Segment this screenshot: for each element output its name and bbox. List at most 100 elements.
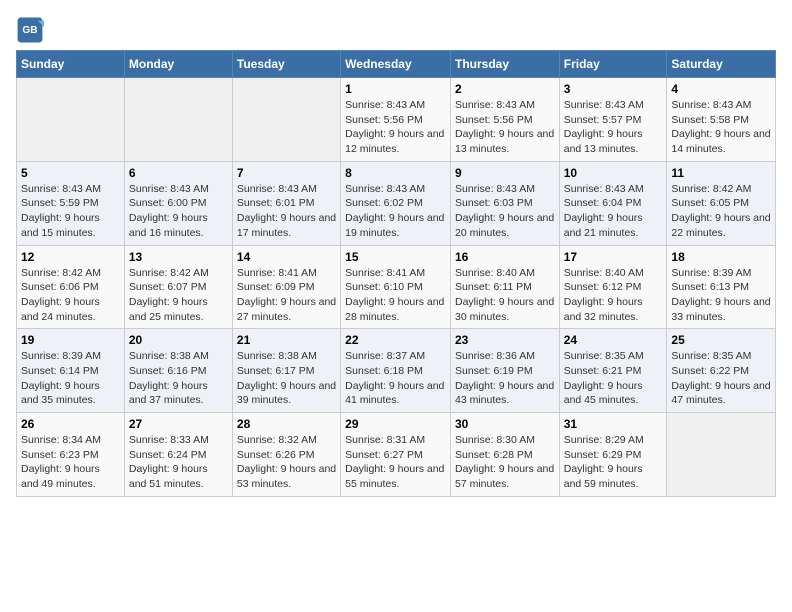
weekday-header: Thursday	[450, 51, 559, 78]
calendar-cell	[232, 78, 340, 162]
day-info: Sunrise: 8:31 AM Sunset: 6:27 PM Dayligh…	[345, 433, 446, 492]
calendar-cell: 28Sunrise: 8:32 AM Sunset: 6:26 PM Dayli…	[232, 413, 340, 497]
day-number: 22	[345, 333, 446, 347]
day-number: 1	[345, 82, 446, 96]
day-info: Sunrise: 8:42 AM Sunset: 6:06 PM Dayligh…	[21, 266, 120, 325]
day-number: 13	[129, 250, 228, 264]
day-number: 30	[455, 417, 555, 431]
calendar-cell: 14 Sunrise: 8:41 AM Sunset: 6:09 PM Dayli…	[232, 245, 340, 329]
day-number: 21	[237, 333, 336, 347]
day-info: Sunrise: 8:43 AM Sunset: 5:56 PM Dayligh…	[455, 98, 555, 157]
day-number: 15	[345, 250, 446, 264]
weekday-header: Monday	[124, 51, 232, 78]
day-info: Sunrise: 8:40 AM Sunset: 6:12 PM Dayligh…	[564, 266, 663, 325]
calendar-cell: 12 Sunrise: 8:42 AM Sunset: 6:06 PM Dayli…	[17, 245, 125, 329]
calendar-cell: 17 Sunrise: 8:40 AM Sunset: 6:12 PM Dayli…	[559, 245, 667, 329]
logo-icon: GB	[16, 16, 44, 44]
day-number: 18	[671, 250, 771, 264]
day-info: Sunrise: 8:42 AM Sunset: 6:05 PM Dayligh…	[671, 182, 771, 241]
calendar-cell: 7 Sunrise: 8:43 AM Sunset: 6:01 PM Daylig…	[232, 161, 340, 245]
day-info: Sunrise: 8:39 AM Sunset: 6:13 PM Dayligh…	[671, 266, 771, 325]
logo: GB	[16, 16, 48, 44]
svg-text:GB: GB	[22, 25, 37, 36]
calendar-cell: 11Sunrise: 8:42 AM Sunset: 6:05 PM Dayli…	[667, 161, 776, 245]
day-info: Sunrise: 8:38 AM Sunset: 6:16 PM Dayligh…	[129, 349, 228, 408]
day-number: 24	[564, 333, 663, 347]
day-info: Sunrise: 8:43 AM Sunset: 6:03 PM Dayligh…	[455, 182, 555, 241]
day-info: Sunrise: 8:43 AM Sunset: 5:59 PM Dayligh…	[21, 182, 120, 241]
calendar-cell: 30 Sunrise: 8:30 AM Sunset: 6:28 PM Dayli…	[450, 413, 559, 497]
calendar-cell: 10 Sunrise: 8:43 AM Sunset: 6:04 PM Dayli…	[559, 161, 667, 245]
weekday-header: Friday	[559, 51, 667, 78]
calendar-table: SundayMondayTuesdayWednesdayThursdayFrid…	[16, 50, 776, 497]
day-info: Sunrise: 8:43 AM Sunset: 6:01 PM Dayligh…	[237, 182, 336, 241]
day-number: 23	[455, 333, 555, 347]
calendar-cell: 24Sunrise: 8:35 AM Sunset: 6:21 PM Dayli…	[559, 329, 667, 413]
weekday-header: Sunday	[17, 51, 125, 78]
weekday-header: Tuesday	[232, 51, 340, 78]
calendar-cell: 18 Sunrise: 8:39 AM Sunset: 6:13 PM Dayli…	[667, 245, 776, 329]
calendar-cell: 2 Sunrise: 8:43 AM Sunset: 5:56 PM Daylig…	[450, 78, 559, 162]
day-info: Sunrise: 8:30 AM Sunset: 6:28 PM Dayligh…	[455, 433, 555, 492]
day-info: Sunrise: 8:43 AM Sunset: 6:00 PM Dayligh…	[129, 182, 228, 241]
day-info: Sunrise: 8:43 AM Sunset: 6:02 PM Dayligh…	[345, 182, 446, 241]
calendar-cell: 29Sunrise: 8:31 AM Sunset: 6:27 PM Dayli…	[341, 413, 451, 497]
day-info: Sunrise: 8:43 AM Sunset: 5:58 PM Dayligh…	[671, 98, 771, 157]
calendar-cell: 6Sunrise: 8:43 AM Sunset: 6:00 PM Daylig…	[124, 161, 232, 245]
calendar-cell: 19 Sunrise: 8:39 AM Sunset: 6:14 PM Dayli…	[17, 329, 125, 413]
calendar-cell: 16 Sunrise: 8:40 AM Sunset: 6:11 PM Dayli…	[450, 245, 559, 329]
day-number: 2	[455, 82, 555, 96]
weekday-header: Saturday	[667, 51, 776, 78]
day-number: 17	[564, 250, 663, 264]
day-info: Sunrise: 8:36 AM Sunset: 6:19 PM Dayligh…	[455, 349, 555, 408]
day-info: Sunrise: 8:38 AM Sunset: 6:17 PM Dayligh…	[237, 349, 336, 408]
day-number: 3	[564, 82, 663, 96]
calendar-week-row: 5 Sunrise: 8:43 AM Sunset: 5:59 PM Daylig…	[17, 161, 776, 245]
day-number: 27	[129, 417, 228, 431]
weekday-header: Wednesday	[341, 51, 451, 78]
day-info: Sunrise: 8:33 AM Sunset: 6:24 PM Dayligh…	[129, 433, 228, 492]
day-info: Sunrise: 8:41 AM Sunset: 6:10 PM Dayligh…	[345, 266, 446, 325]
calendar-cell	[124, 78, 232, 162]
calendar-cell: 15 Sunrise: 8:41 AM Sunset: 6:10 PM Dayli…	[341, 245, 451, 329]
day-number: 9	[455, 166, 555, 180]
calendar-cell: 1Sunrise: 8:43 AM Sunset: 5:56 PM Daylig…	[341, 78, 451, 162]
calendar-cell: 23 Sunrise: 8:36 AM Sunset: 6:19 PM Dayli…	[450, 329, 559, 413]
day-number: 26	[21, 417, 120, 431]
day-info: Sunrise: 8:35 AM Sunset: 6:22 PM Dayligh…	[671, 349, 771, 408]
day-info: Sunrise: 8:29 AM Sunset: 6:29 PM Dayligh…	[564, 433, 663, 492]
day-number: 12	[21, 250, 120, 264]
calendar-cell: 31 Sunrise: 8:29 AM Sunset: 6:29 PM Dayli…	[559, 413, 667, 497]
day-number: 31	[564, 417, 663, 431]
day-number: 7	[237, 166, 336, 180]
calendar-cell: 26 Sunrise: 8:34 AM Sunset: 6:23 PM Dayli…	[17, 413, 125, 497]
day-info: Sunrise: 8:40 AM Sunset: 6:11 PM Dayligh…	[455, 266, 555, 325]
calendar-week-row: 26 Sunrise: 8:34 AM Sunset: 6:23 PM Dayli…	[17, 413, 776, 497]
day-number: 25	[671, 333, 771, 347]
day-number: 19	[21, 333, 120, 347]
calendar-cell: 25 Sunrise: 8:35 AM Sunset: 6:22 PM Dayli…	[667, 329, 776, 413]
day-number: 20	[129, 333, 228, 347]
day-info: Sunrise: 8:39 AM Sunset: 6:14 PM Dayligh…	[21, 349, 120, 408]
calendar-cell: 20 Sunrise: 8:38 AM Sunset: 6:16 PM Dayli…	[124, 329, 232, 413]
calendar-cell: 21 Sunrise: 8:38 AM Sunset: 6:17 PM Dayli…	[232, 329, 340, 413]
calendar-cell: 9 Sunrise: 8:43 AM Sunset: 6:03 PM Daylig…	[450, 161, 559, 245]
day-number: 4	[671, 82, 771, 96]
calendar-cell: 4 Sunrise: 8:43 AM Sunset: 5:58 PM Daylig…	[667, 78, 776, 162]
calendar-cell	[667, 413, 776, 497]
page-header: GB	[16, 16, 776, 44]
day-number: 10	[564, 166, 663, 180]
day-info: Sunrise: 8:41 AM Sunset: 6:09 PM Dayligh…	[237, 266, 336, 325]
day-info: Sunrise: 8:32 AM Sunset: 6:26 PM Dayligh…	[237, 433, 336, 492]
day-info: Sunrise: 8:34 AM Sunset: 6:23 PM Dayligh…	[21, 433, 120, 492]
day-number: 5	[21, 166, 120, 180]
weekday-row: SundayMondayTuesdayWednesdayThursdayFrid…	[17, 51, 776, 78]
calendar-week-row: 1 Sunrise: 8:43 AM Sunset: 5:56 PM Daylig…	[17, 78, 776, 162]
day-info: Sunrise: 8:43 AM Sunset: 6:04 PM Dayligh…	[564, 182, 663, 241]
day-info: Sunrise: 8:43 AM Sunset: 5:57 PM Dayligh…	[564, 98, 663, 157]
calendar-cell: 3 Sunrise: 8:43 AM Sunset: 5:57 PM Daylig…	[559, 78, 667, 162]
day-number: 8	[345, 166, 446, 180]
day-number: 16	[455, 250, 555, 264]
calendar-cell: 22Sunrise: 8:37 AM Sunset: 6:18 PM Dayli…	[341, 329, 451, 413]
day-number: 14	[237, 250, 336, 264]
